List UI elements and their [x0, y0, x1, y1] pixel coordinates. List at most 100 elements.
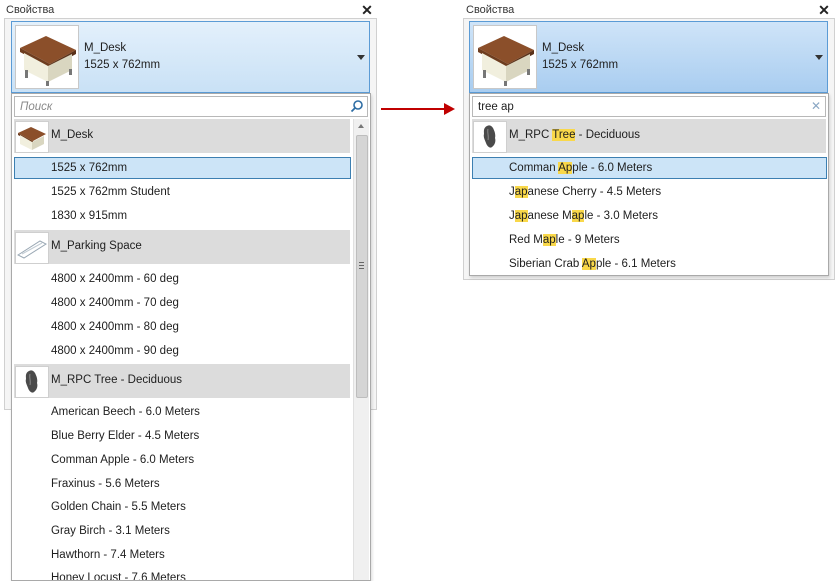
left-chevron-down-icon[interactable] — [357, 55, 365, 60]
family-label: M_RPC Tree - Deciduous — [51, 374, 183, 386]
tree-thumbnail-icon — [473, 121, 507, 153]
left-type-dropdown: M_Desk 1525 x 762mm 1525 x 762mm Student… — [11, 93, 371, 581]
desk-thumbnail-icon — [473, 25, 537, 89]
right-panel-title: Свойства — [466, 4, 515, 16]
tree-thumbnail-icon — [15, 366, 49, 398]
right-chevron-down-icon[interactable] — [815, 55, 823, 60]
match-highlight: ap — [542, 234, 556, 246]
left-search-icon[interactable] — [350, 99, 364, 113]
type-row[interactable]: Blue Berry Elder - 4.5 Meters — [14, 425, 351, 447]
family-label: M_Parking Space — [51, 240, 142, 252]
label-part: M_RPC — [509, 129, 553, 141]
family-row-m-rpc-tree[interactable]: M_RPC Tree - Deciduous — [14, 364, 350, 398]
label-part: Siberian Crab — [509, 258, 582, 270]
left-close-icon[interactable]: ✕ — [360, 3, 374, 17]
family-row-m-rpc-tree[interactable]: M_RPC Tree - Deciduous — [472, 119, 826, 153]
grip-line — [359, 265, 364, 266]
label-part: Comman — [509, 162, 559, 174]
label-part: le - 9 Meters — [555, 234, 620, 246]
right-type-selector[interactable]: M_Desk 1525 x 762mm — [469, 21, 828, 93]
match-highlight: Tree — [552, 129, 576, 141]
match-highlight: ap — [571, 210, 585, 222]
type-label: Hawthorn - 7.4 Meters — [51, 549, 165, 561]
type-row[interactable]: 1525 x 762mm Student — [14, 181, 351, 203]
type-row[interactable]: 4800 x 2400mm - 70 deg — [14, 292, 351, 314]
type-row[interactable]: Fraxinus - 5.6 Meters — [14, 473, 351, 495]
match-highlight: Ap — [581, 258, 596, 270]
scroll-thumb[interactable] — [356, 135, 368, 398]
label-part: J — [509, 210, 515, 222]
label-part: ple - 6.1 Meters — [595, 258, 676, 270]
left-search-input[interactable] — [20, 100, 340, 114]
type-row[interactable]: 1830 x 915mm — [14, 205, 351, 227]
type-label: 4800 x 2400mm - 90 deg — [51, 345, 179, 357]
type-label: 4800 x 2400mm - 70 deg — [51, 297, 179, 309]
type-label: Honey Locust - 7.6 Meters — [51, 572, 186, 581]
type-label: Fraxinus - 5.6 Meters — [51, 478, 160, 490]
type-row-selected[interactable]: 1525 x 762mm — [14, 157, 351, 179]
type-row[interactable]: American Beech - 6.0 Meters — [14, 401, 351, 423]
type-row[interactable]: 4800 x 2400mm - 60 deg — [14, 268, 351, 290]
type-label: Red Maple - 9 Meters — [509, 234, 620, 246]
right-close-icon[interactable]: ✕ — [817, 3, 831, 17]
desk-thumbnail-icon — [15, 25, 79, 89]
type-row[interactable]: Gray Birch - 3.1 Meters — [14, 520, 351, 542]
type-row[interactable]: 4800 x 2400mm - 90 deg — [14, 340, 351, 362]
right-search-input[interactable] — [478, 100, 798, 114]
type-row[interactable]: Red Maple - 9 Meters — [472, 229, 827, 251]
left-selected-family: M_Desk — [84, 42, 127, 54]
parking-space-thumbnail-icon — [15, 232, 49, 264]
type-row[interactable]: Japanese Maple - 3.0 Meters — [472, 205, 827, 227]
label-part: - Deciduous — [575, 129, 641, 141]
type-label: 4800 x 2400mm - 80 deg — [51, 321, 179, 333]
type-row-selected[interactable]: Comman Apple - 6.0 Meters — [472, 157, 827, 179]
match-highlight: ap — [514, 210, 528, 222]
type-label: 1525 x 762mm Student — [51, 186, 170, 198]
left-type-selector[interactable]: M_Desk 1525 x 762mm — [11, 21, 370, 93]
type-label: Golden Chain - 5.5 Meters — [51, 501, 186, 513]
grip-line — [359, 268, 364, 269]
left-selected-type: 1525 x 762mm — [84, 59, 161, 71]
right-search-box[interactable]: ✕ — [472, 96, 826, 117]
family-label: M_Desk — [51, 129, 94, 141]
type-row[interactable]: Siberian Crab Apple - 6.1 Meters — [472, 253, 827, 275]
label-part: ple - 6.0 Meters — [572, 162, 653, 174]
right-selected-family: M_Desk — [542, 42, 585, 54]
type-label: Gray Birch - 3.1 Meters — [51, 525, 170, 537]
type-row[interactable]: Comman Apple - 6.0 Meters — [14, 449, 351, 471]
type-label: Siberian Crab Apple - 6.1 Meters — [509, 258, 676, 270]
type-label: Comman Apple - 6.0 Meters — [509, 162, 652, 174]
type-label: Blue Berry Elder - 4.5 Meters — [51, 430, 200, 442]
type-label: Comman Apple - 6.0 Meters — [51, 454, 195, 466]
label-part: anese M — [527, 210, 572, 222]
clear-icon[interactable]: ✕ — [809, 98, 823, 114]
type-row[interactable]: Hawthorn - 7.4 Meters — [14, 544, 351, 566]
match-highlight: Ap — [558, 162, 573, 174]
family-label: M_RPC Tree - Deciduous — [509, 129, 640, 141]
left-dropdown-scrollbar[interactable] — [353, 119, 369, 580]
family-row-m-desk[interactable]: M_Desk — [14, 119, 350, 153]
grip-line — [359, 262, 364, 263]
type-label: 1830 x 915mm — [51, 210, 128, 222]
desk-thumbnail-icon — [15, 121, 49, 153]
type-label: Japanese Maple - 3.0 Meters — [509, 210, 658, 222]
label-part: anese Cherry - 4.5 Meters — [527, 186, 662, 198]
arrow-shaft — [381, 108, 445, 110]
type-row[interactable]: Golden Chain - 5.5 Meters — [14, 496, 351, 518]
match-highlight: ap — [514, 186, 528, 198]
type-label: 1525 x 762mm — [51, 162, 128, 174]
type-row[interactable]: 4800 x 2400mm - 80 deg — [14, 316, 351, 338]
arrow-head-icon — [444, 103, 455, 115]
type-label: Japanese Cherry - 4.5 Meters — [509, 186, 661, 198]
scroll-up-icon[interactable] — [358, 124, 364, 128]
type-label: 4800 x 2400mm - 60 deg — [51, 273, 179, 285]
left-panel-title: Свойства — [6, 4, 55, 16]
type-label: American Beech - 6.0 Meters — [51, 406, 200, 418]
label-part: Red M — [509, 234, 543, 246]
right-type-dropdown: ✕ M_RPC Tree - Deciduous Comman Apple - … — [469, 93, 829, 276]
type-row[interactable]: Japanese Cherry - 4.5 Meters — [472, 181, 827, 203]
family-row-m-parking-space[interactable]: M_Parking Space — [14, 230, 350, 264]
label-part: le - 3.0 Meters — [584, 210, 658, 222]
label-part: J — [509, 186, 515, 198]
left-search-box[interactable] — [14, 96, 368, 117]
